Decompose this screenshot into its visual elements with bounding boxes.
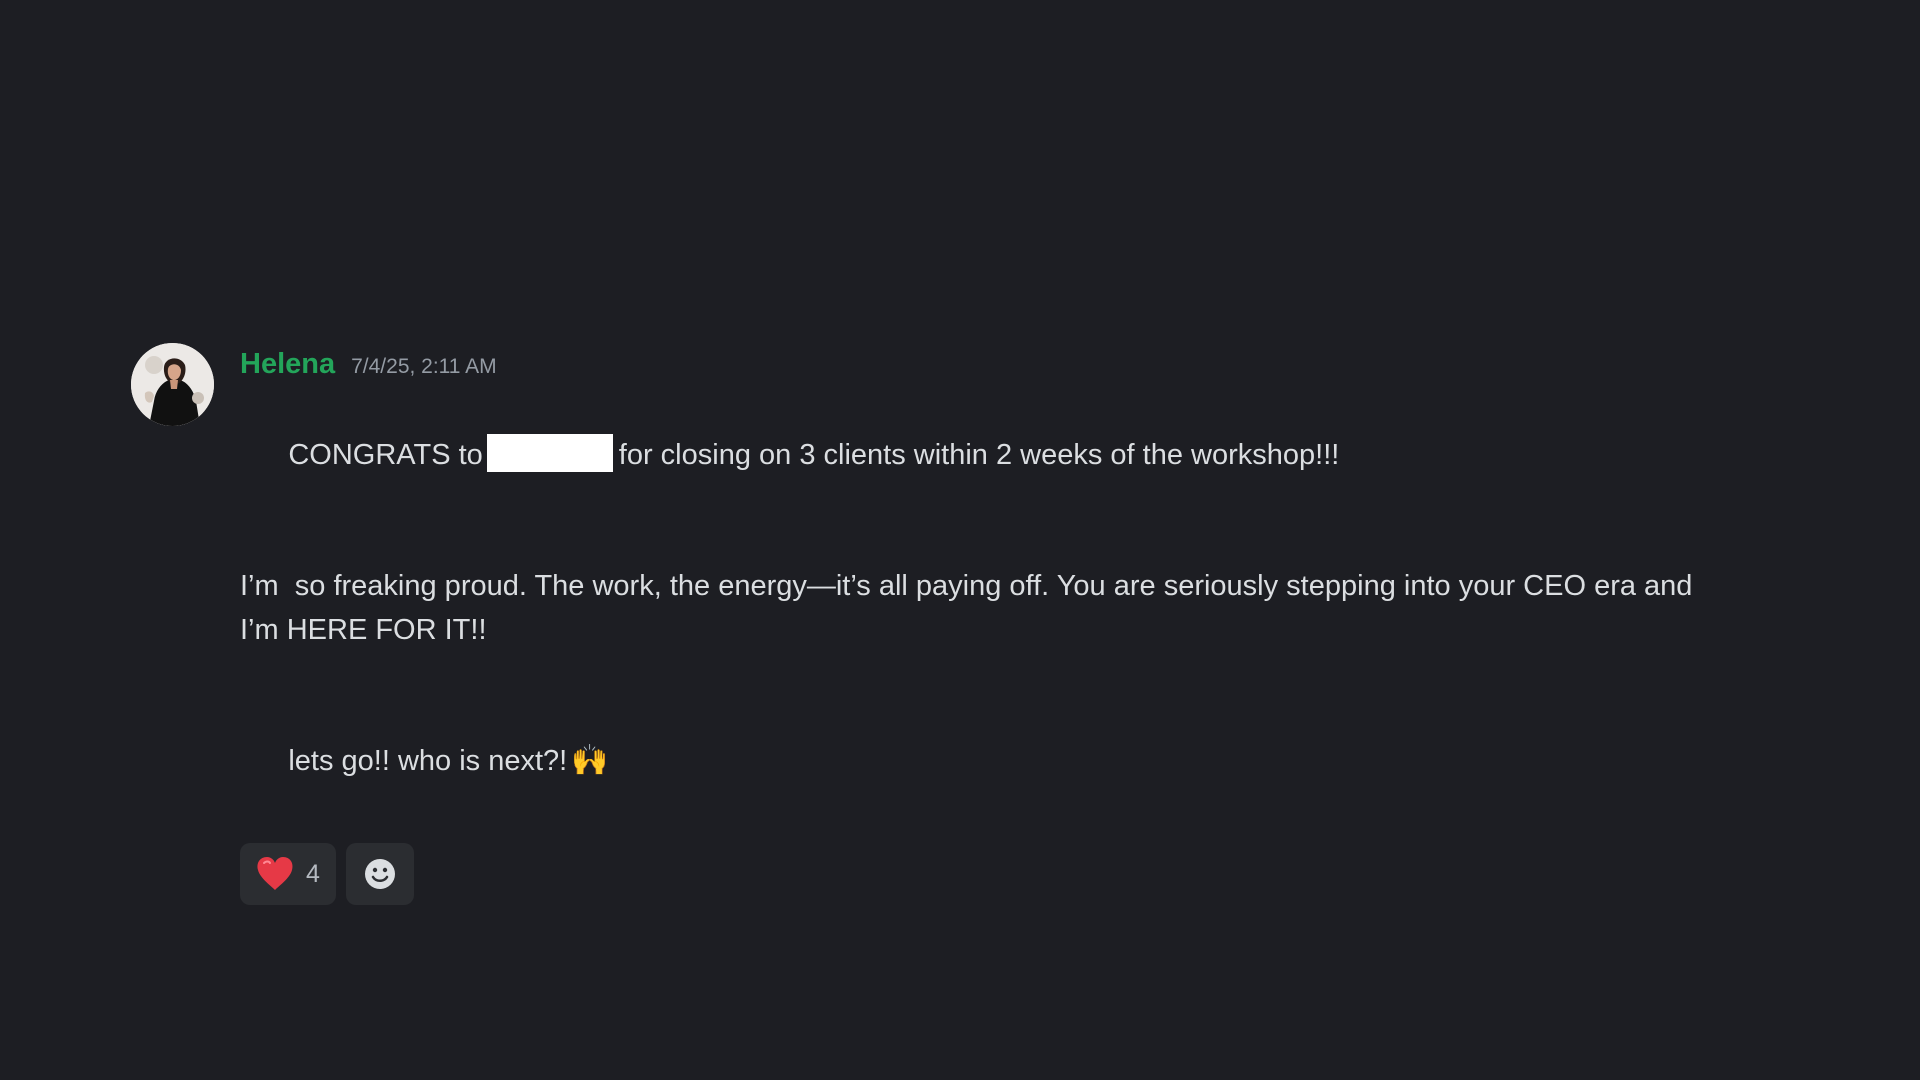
- redacted-mention: [486, 434, 613, 472]
- raised-hands-icon: 🙌: [571, 743, 609, 778]
- add-reaction-smile-icon: [365, 859, 395, 889]
- heart-reaction-button[interactable]: 4: [240, 843, 336, 905]
- reaction-count: 4: [306, 859, 320, 888]
- message-paragraph-3: lets go!! who is next?! 🙌: [240, 695, 1820, 827]
- message-text-end: for closing on 3 clients within 2 weeks …: [618, 439, 1340, 471]
- message-timestamp[interactable]: 7/4/25, 2:11 AM: [351, 355, 497, 379]
- message-paragraph-2-line-2: I’m HERE FOR IT!!: [240, 614, 487, 646]
- avatar-photo: [131, 343, 214, 426]
- heart-icon: [257, 857, 293, 890]
- message-content: Helena 7/4/25, 2:11 AM CONGRATS to for cl…: [240, 342, 1820, 905]
- message-paragraph-3-text: lets go!! who is next?!: [288, 745, 568, 777]
- reaction-bar: 4: [240, 843, 1820, 905]
- message-paragraph-2-line-1: I’m so freaking proud. The work, the ene…: [240, 570, 1693, 602]
- author-name[interactable]: Helena: [240, 348, 335, 381]
- message-header: Helena 7/4/25, 2:11 AM: [240, 342, 1820, 392]
- message-line-1: CONGRATS to for closing on 3 clients with…: [240, 389, 1820, 521]
- add-reaction-button[interactable]: [346, 843, 414, 905]
- message-text-start: CONGRATS to: [288, 439, 483, 471]
- user-avatar[interactable]: [131, 343, 214, 426]
